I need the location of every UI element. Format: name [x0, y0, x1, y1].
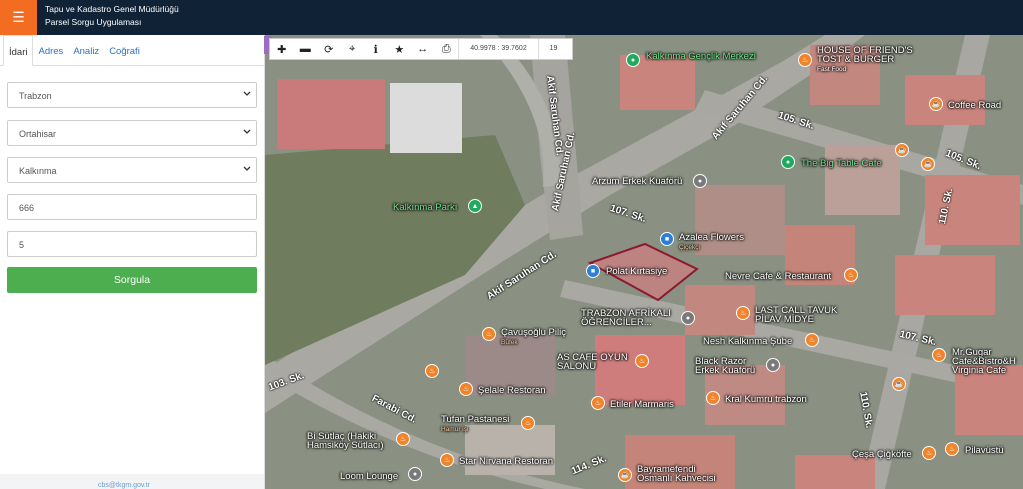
- tab-cografi[interactable]: Coğrafi: [104, 35, 145, 66]
- restaurant-icon[interactable]: ♨: [798, 53, 812, 67]
- info-icon[interactable]: ℹ: [364, 39, 388, 59]
- restaurant-icon[interactable]: ♨: [932, 348, 946, 362]
- place-label: The Big Table Cafe: [801, 158, 882, 169]
- restaurant-icon[interactable]: ♨: [396, 432, 410, 446]
- place-label: Bi Sütlaç (Hakiki Hamsiköy Sütlacı): [307, 431, 384, 451]
- restaurant-icon[interactable]: ♨: [591, 396, 605, 410]
- place-label: Black Razor Erkek Kuaförü: [695, 356, 756, 376]
- place-pin-icon[interactable]: ●: [781, 155, 795, 169]
- contact-link[interactable]: cbs@tkgm.gov.tr: [98, 482, 150, 489]
- district-select[interactable]: Ortahisar: [7, 120, 257, 146]
- cafe-icon[interactable]: ☕: [895, 143, 909, 157]
- block-input[interactable]: 666: [7, 194, 257, 220]
- neighborhood-select[interactable]: Kalkınma: [7, 157, 257, 183]
- restaurant-icon[interactable]: ♨: [425, 364, 439, 378]
- neighborhood-value: Kalkınma: [19, 166, 57, 176]
- app-header: ☰ Tapu ve Kadastro Genel Müdürlüğü Parse…: [0, 0, 1023, 35]
- place-pin-icon[interactable]: ●: [408, 467, 422, 481]
- place-label: Nevre Cafe & Restaurant: [725, 271, 832, 282]
- place-label: AS CAFE OYUN SALONU: [557, 352, 628, 372]
- map-toolbar: ✚ ▬ ⟳ ⌖ ℹ ★ ↔ ⎙ 40.9978 : 39.7602 19: [269, 38, 573, 60]
- block-value: 666: [19, 203, 35, 213]
- sidebar: İdari Adres Analiz Coğrafi Trabzon Ortah…: [0, 35, 265, 489]
- zoom-in-icon[interactable]: ✚: [270, 39, 294, 59]
- park-icon[interactable]: ▲: [468, 199, 482, 213]
- place-label: Kral Kumru trabzon: [725, 394, 807, 405]
- chevron-down-icon: [243, 91, 251, 96]
- cafe-icon[interactable]: ☕: [929, 97, 943, 111]
- hamburger-icon[interactable]: ☰: [0, 0, 37, 35]
- app-title: Tapu ve Kadastro Genel Müdürlüğü Parsel …: [45, 3, 179, 29]
- star-icon[interactable]: ★: [388, 39, 412, 59]
- restaurant-icon[interactable]: ♨: [521, 416, 535, 430]
- place-label: Nesh Kalkınma Şube: [703, 336, 793, 347]
- restaurant-icon[interactable]: ♨: [922, 446, 936, 460]
- locate-icon[interactable]: ⌖: [341, 39, 365, 59]
- tab-bar: İdari Adres Analiz Coğrafi: [0, 35, 264, 66]
- place-label: Tufan Pastanesi Hamur işi: [441, 414, 510, 433]
- tab-adres[interactable]: Adres: [33, 35, 68, 66]
- place-label: Loom Lounge: [340, 471, 399, 482]
- query-button[interactable]: Sorgula: [7, 267, 257, 293]
- place-pin-icon[interactable]: ●: [626, 53, 640, 67]
- province-select[interactable]: Trabzon: [7, 82, 257, 108]
- parcel-input[interactable]: 5: [7, 231, 257, 257]
- coordinate-readout: 40.9978 : 39.7602: [458, 39, 538, 59]
- restaurant-icon[interactable]: ♨: [459, 382, 473, 396]
- cafe-icon[interactable]: ☕: [921, 157, 935, 171]
- place-label: Kalkınma Parkı: [393, 202, 458, 213]
- place-label: Çeşa Çiğköfte: [852, 449, 912, 460]
- place-label: Polat Kırtasiye: [606, 266, 668, 277]
- chevron-down-icon: [243, 166, 251, 171]
- place-label: Çavuşoğlu Piliç Büfek: [501, 327, 566, 346]
- app-title-line1: Tapu ve Kadastro Genel Müdürlüğü: [45, 4, 179, 14]
- place-pin-icon[interactable]: ●: [693, 174, 707, 188]
- place-label: Bayramefendi Osmanlı Kahvecisi: [637, 464, 716, 484]
- app-title-line2: Parsel Sorgu Uygulaması: [45, 17, 142, 27]
- place-label: TRABZON AFRİKALI ÖĞRENCİLER...: [581, 308, 671, 328]
- place-label: HOUSE OF FRIEND'S TOST & BURGER Fast Food: [817, 45, 913, 73]
- tab-idari[interactable]: İdari: [3, 35, 34, 66]
- place-label: Pilavüstü: [965, 445, 1004, 456]
- zoom-out-icon[interactable]: ▬: [294, 39, 318, 59]
- cafe-icon[interactable]: ☕: [892, 377, 906, 391]
- restaurant-icon[interactable]: ♨: [805, 333, 819, 347]
- restaurant-icon[interactable]: ♨: [945, 442, 959, 456]
- cafe-icon[interactable]: ☕: [618, 468, 632, 482]
- print-icon[interactable]: ⎙: [435, 39, 459, 59]
- place-label: Arzum Erkek Kuaförü: [592, 176, 683, 187]
- zoom-level-readout: 19: [538, 39, 568, 59]
- place-label: Kalkınma Gençlik Merkezi: [646, 51, 756, 62]
- district-value: Ortahisar: [19, 129, 57, 139]
- place-label: Coffee Road: [948, 100, 1002, 111]
- satellite-imagery: [265, 35, 1023, 489]
- place-label: LAST CALL TAVUK PİLAV MİDYE: [755, 305, 838, 325]
- restaurant-icon[interactable]: ♨: [482, 327, 496, 341]
- restaurant-icon[interactable]: ♨: [635, 354, 649, 368]
- restaurant-icon[interactable]: ♨: [736, 306, 750, 320]
- map-view[interactable]: 666/5 Akif Saruhan Cd. Akif Saruhan Cd. …: [265, 35, 1023, 489]
- place-label: Azalea Flowers Çiçekçi: [679, 232, 744, 251]
- parcel-value: 5: [19, 240, 25, 250]
- restaurant-icon[interactable]: ♨: [844, 268, 858, 282]
- restaurant-icon[interactable]: ♨: [440, 453, 454, 467]
- place-label: Star Nirvana Restoran: [459, 456, 553, 467]
- shop-icon[interactable]: ■: [660, 232, 674, 246]
- place-label: Mr.Gugar Cafe&Bistro&H Virginia Cafe: [952, 347, 1016, 376]
- place-label: Etiler Marmaris: [610, 399, 674, 410]
- shop-icon[interactable]: ■: [586, 264, 600, 278]
- chevron-down-icon: [243, 129, 251, 134]
- tab-analiz[interactable]: Analiz: [68, 35, 104, 66]
- province-value: Trabzon: [19, 91, 52, 101]
- place-label: Şelale Restoran: [478, 385, 546, 396]
- place-pin-icon[interactable]: ●: [681, 311, 695, 325]
- refresh-icon[interactable]: ⟳: [317, 39, 341, 59]
- restaurant-icon[interactable]: ♨: [706, 391, 720, 405]
- measure-icon[interactable]: ↔: [411, 39, 435, 59]
